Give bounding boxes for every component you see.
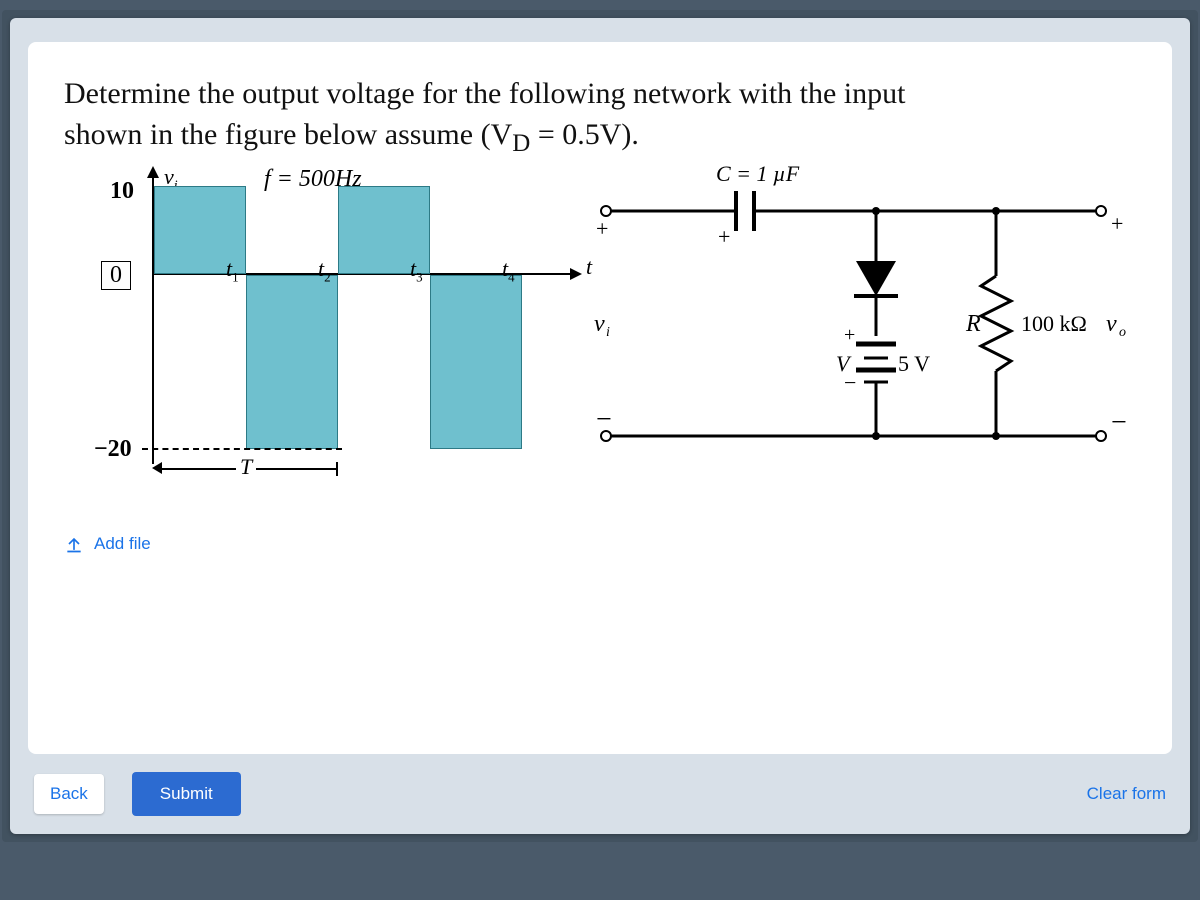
wave-bar-2 xyxy=(246,275,338,449)
vi-label: v xyxy=(594,311,605,337)
V-val: 5 V xyxy=(898,351,930,376)
capacitor-label: C = 1 µF xyxy=(716,161,799,187)
question-line-2b: = 0.5V). xyxy=(530,118,639,151)
vi-sub: i xyxy=(606,325,610,340)
screen-frame: Determine the output voltage for the fol… xyxy=(2,10,1198,842)
circuit-svg: + + v i − xyxy=(576,166,1136,496)
node-out-top xyxy=(1096,206,1106,216)
neg20-dash xyxy=(142,448,342,450)
wave-bar-4 xyxy=(430,275,522,449)
question-line-1: Determine the output voltage for the fol… xyxy=(64,77,905,110)
vo-label: v xyxy=(1106,311,1117,337)
tick-t3: t3 xyxy=(410,256,423,285)
add-file-button[interactable]: Add file xyxy=(64,534,151,554)
diode-icon xyxy=(856,261,896,296)
question-line-2a: shown in the figure below assume (V xyxy=(64,118,512,151)
R-letter: R xyxy=(965,311,981,337)
R-val: 100 kΩ xyxy=(1021,311,1087,336)
footer-left: Back Submit xyxy=(34,772,241,816)
vd-sub: D xyxy=(512,130,530,157)
tick-t2: t2 xyxy=(318,256,331,285)
tick-t1: t1 xyxy=(226,256,239,285)
page-card: Determine the output voltage for the fol… xyxy=(10,18,1190,834)
waveform-plot: 10 0 −20 t t1 xyxy=(146,178,576,478)
figure-row: vi f = 500Hz 10 0 −20 t xyxy=(64,166,1136,506)
submit-button[interactable]: Submit xyxy=(132,772,241,816)
vi-plus: + xyxy=(596,216,608,241)
form-footer: Back Submit Clear form xyxy=(28,754,1172,816)
vo-minus: − xyxy=(1111,407,1127,438)
cap-plus: + xyxy=(718,224,730,249)
question-card: Determine the output voltage for the fol… xyxy=(28,42,1172,754)
y-tick-10: 10 xyxy=(110,178,134,205)
node-in-top xyxy=(601,206,611,216)
waveform-figure: vi f = 500Hz 10 0 −20 t xyxy=(64,166,566,506)
vo-sub: o xyxy=(1119,325,1126,340)
circuit-figure: C = 1 µF + xyxy=(576,166,1136,496)
question-text: Determine the output voltage for the fol… xyxy=(64,74,1136,160)
node-out-bot xyxy=(1096,431,1106,441)
vi-minus: − xyxy=(596,404,612,435)
diode-plus: + xyxy=(844,324,855,346)
tick-t4: t4 xyxy=(502,256,515,285)
resistor-icon xyxy=(981,276,1011,371)
period-arrow-right xyxy=(336,462,338,476)
add-file-label: Add file xyxy=(94,534,151,554)
y-tick-0: 0 xyxy=(101,261,131,290)
period-label: T xyxy=(236,454,256,480)
vo-plus: + xyxy=(1111,211,1123,236)
upload-icon xyxy=(64,534,84,554)
back-button[interactable]: Back xyxy=(34,774,104,814)
clear-form-button[interactable]: Clear form xyxy=(1087,784,1166,804)
y-tick-neg20: −20 xyxy=(94,436,132,463)
